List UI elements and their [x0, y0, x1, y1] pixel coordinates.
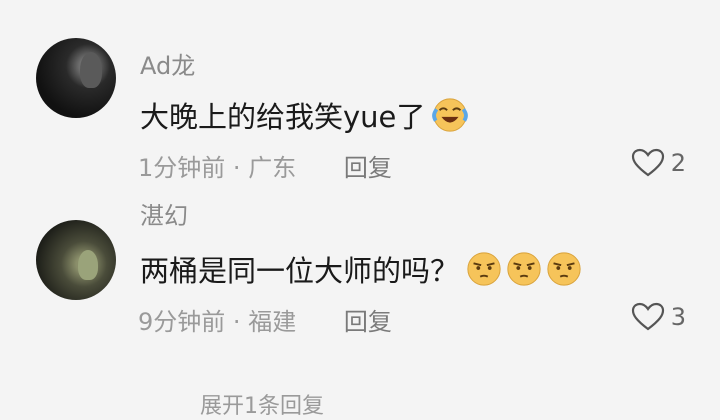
avatar[interactable] — [36, 220, 116, 300]
heart-icon — [631, 302, 664, 331]
smirk-emoji-icon — [505, 250, 543, 288]
comment-location: 福建 — [248, 308, 297, 336]
avatar-figure — [78, 250, 98, 280]
meta-separator: · — [232, 308, 241, 336]
like-count: 3 — [670, 303, 686, 331]
comment-item: 湛幻 两桶是同一位大师的吗？ 9分钟前 · 福建 回复 3 — [0, 0, 720, 336]
comment-time: 9分钟前 — [138, 308, 226, 336]
smirk-emoji-icon — [465, 250, 503, 288]
reply-button[interactable]: 回复 — [344, 308, 392, 336]
comment-text-content: 两桶是同一位大师的吗？ — [140, 254, 460, 288]
comment-meta: 9分钟前 · 福建 回复 — [138, 302, 392, 337]
expand-replies-button[interactable]: 展开1条回复 — [200, 388, 324, 420]
username[interactable]: 湛幻 — [140, 196, 188, 231]
like-button[interactable]: 3 — [631, 302, 686, 332]
comment-text: 两桶是同一位大师的吗？ — [140, 248, 583, 290]
smirk-emoji-icon — [545, 250, 583, 288]
